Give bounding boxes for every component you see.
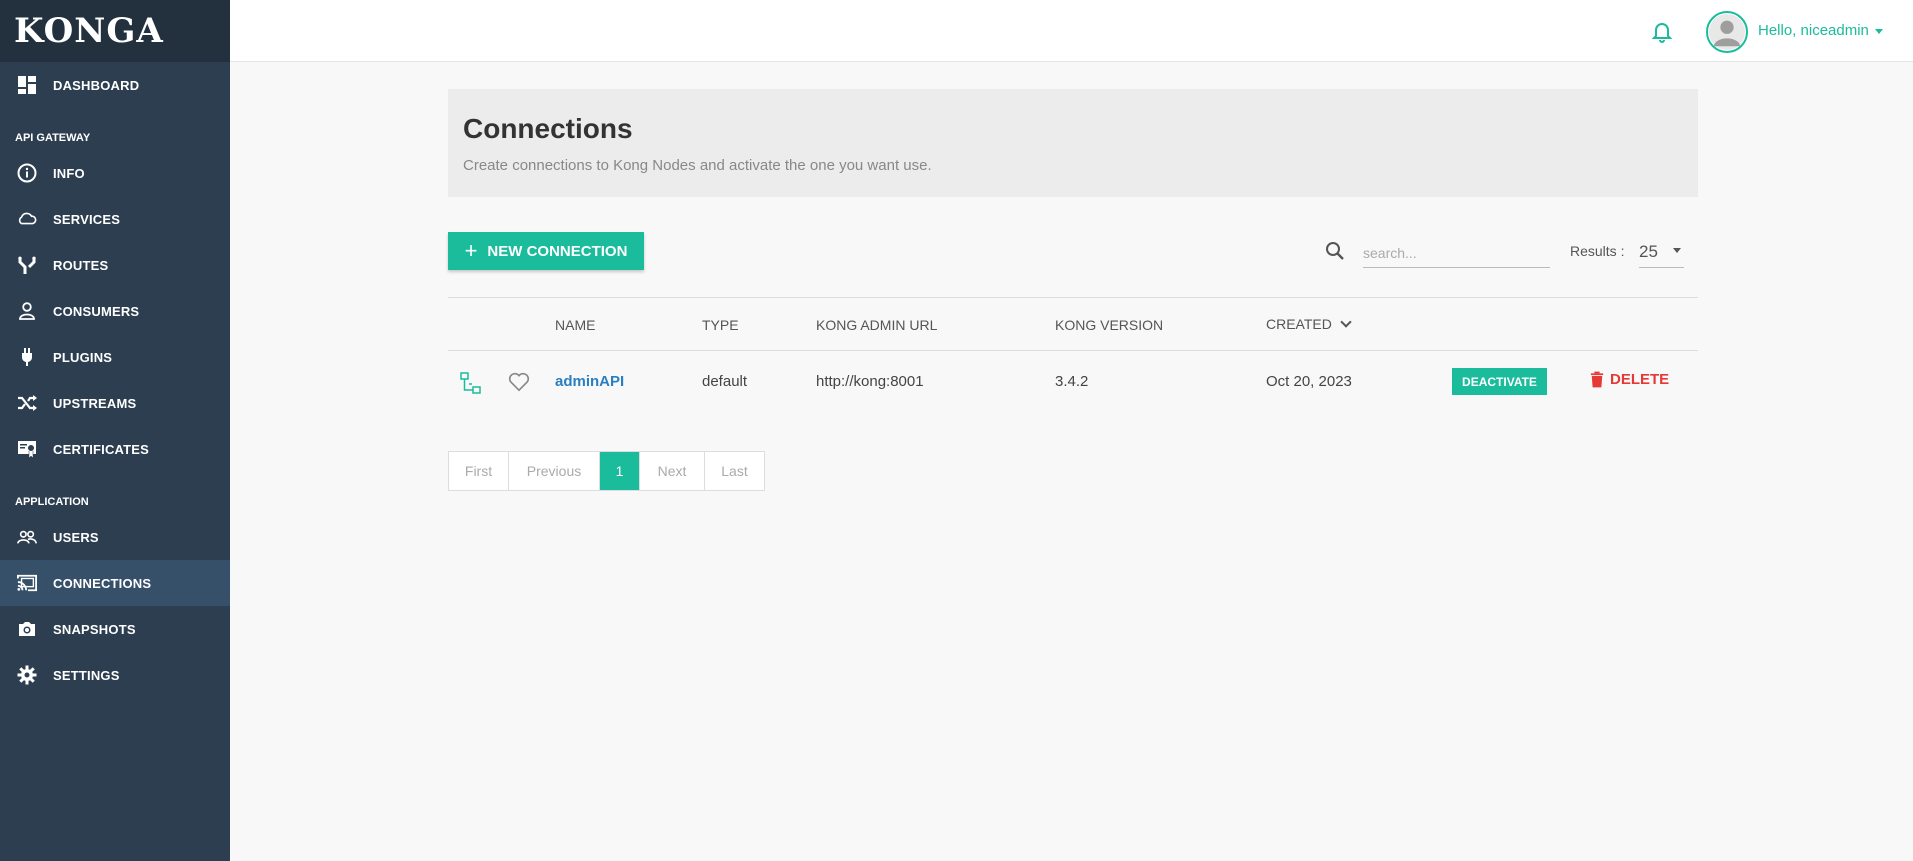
delete-label: DELETE xyxy=(1610,371,1670,388)
new-connection-button[interactable]: + NEW CONNECTION xyxy=(448,232,644,270)
sidebar-item-certificates[interactable]: CERTIFICATES xyxy=(0,426,230,472)
topbar: Hello, niceadmin xyxy=(230,0,1913,62)
sidebar-section-application: APPLICATION xyxy=(15,496,89,508)
column-header-created[interactable]: CREATED xyxy=(1266,316,1352,332)
column-header-kong-admin-url[interactable]: KONG ADMIN URL xyxy=(816,317,937,333)
cloud-icon xyxy=(15,207,39,231)
delete-button[interactable]: DELETE xyxy=(1590,371,1669,388)
search-input[interactable] xyxy=(1363,238,1550,268)
table-row: adminAPI default http://kong:8001 3.4.2 … xyxy=(448,351,1698,415)
sidebar-item-routes[interactable]: ROUTES xyxy=(0,242,230,288)
pagination-page-1[interactable]: 1 xyxy=(600,452,640,490)
plus-icon: + xyxy=(464,238,478,263)
chevron-down-icon xyxy=(1673,248,1681,253)
connection-type: default xyxy=(702,373,748,390)
sidebar-item-label: SNAPSHOTS xyxy=(53,621,136,637)
sidebar-item-services[interactable]: SERVICES xyxy=(0,196,230,242)
user-icon xyxy=(15,299,39,323)
pagination-first[interactable]: First xyxy=(449,452,509,490)
sidebar-item-label: CERTIFICATES xyxy=(53,441,150,457)
search-icon xyxy=(1324,240,1346,262)
pagination-previous[interactable]: Previous xyxy=(509,452,600,490)
sidebar-item-dashboard[interactable]: DASHBOARD xyxy=(0,62,230,108)
sidebar-item-upstreams[interactable]: UPSTREAMS xyxy=(0,380,230,426)
page-title: Connections xyxy=(463,113,633,144)
routes-icon xyxy=(15,253,39,277)
sidebar-item-label: ROUTES xyxy=(53,257,109,273)
sidebar-item-users[interactable]: USERS xyxy=(0,514,230,560)
user-greeting: Hello, niceadmin xyxy=(1758,22,1869,39)
connection-created-date: Oct 20, 2023 xyxy=(1266,373,1352,390)
sidebar-item-label: UPSTREAMS xyxy=(53,395,137,411)
network-icon xyxy=(459,371,483,399)
gear-icon xyxy=(15,663,39,687)
table-header: NAME TYPE KONG ADMIN URL KONG VERSION CR… xyxy=(448,297,1698,351)
sidebar-item-label: INFO xyxy=(53,165,85,181)
favorite-heart-icon[interactable] xyxy=(508,372,530,396)
connection-name-link[interactable]: adminAPI xyxy=(555,373,624,390)
sidebar-item-info[interactable]: INFO xyxy=(0,150,230,196)
notification-bell-icon[interactable] xyxy=(1650,19,1674,43)
sidebar-section-api-gateway: API GATEWAY xyxy=(15,132,91,144)
camera-icon xyxy=(15,617,39,641)
connections-table: NAME TYPE KONG ADMIN URL KONG VERSION CR… xyxy=(448,297,1698,415)
connection-kong-version: 3.4.2 xyxy=(1055,373,1089,390)
sidebar-item-connections[interactable]: CONNECTIONS xyxy=(0,560,230,606)
pagination-last[interactable]: Last xyxy=(705,452,764,490)
sidebar-item-settings[interactable]: SETTINGS xyxy=(0,652,230,698)
users-icon xyxy=(15,525,39,549)
logo-text: KONGA xyxy=(14,11,164,51)
sidebar-item-consumers[interactable]: CONSUMERS xyxy=(0,288,230,334)
sidebar-item-snapshots[interactable]: SNAPSHOTS xyxy=(0,606,230,652)
column-header-kong-version[interactable]: KONG VERSION xyxy=(1055,317,1163,333)
user-menu[interactable]: Hello, niceadmin xyxy=(1758,22,1883,39)
plug-icon xyxy=(15,345,39,369)
new-connection-label: NEW CONNECTION xyxy=(487,242,628,260)
pagination: First Previous 1 Next Last xyxy=(448,451,765,491)
dashboard-icon xyxy=(15,73,39,97)
trash-icon xyxy=(1590,371,1604,388)
column-header-type[interactable]: TYPE xyxy=(702,317,739,333)
certificate-icon xyxy=(15,437,39,461)
cast-icon xyxy=(15,571,39,595)
page-header: Connections Create connections to Kong N… xyxy=(448,89,1698,197)
avatar[interactable] xyxy=(1706,11,1748,53)
sidebar-item-label: DASHBOARD xyxy=(53,77,140,93)
sidebar-item-label: SERVICES xyxy=(53,211,121,227)
sidebar-item-label: PLUGINS xyxy=(53,349,113,365)
sidebar-item-label: CONSUMERS xyxy=(53,303,140,319)
results-per-page-select[interactable]: 25 xyxy=(1639,236,1684,268)
results-per-page-value: 25 xyxy=(1639,241,1658,261)
sidebar: KONGA DASHBOARD API GATEWAY INFO SERVICE… xyxy=(0,0,230,861)
connection-admin-url: http://kong:8001 xyxy=(816,373,924,390)
column-header-created-label: CREATED xyxy=(1266,316,1332,332)
sort-chevron-down-icon xyxy=(1340,316,1352,328)
info-icon xyxy=(15,161,39,185)
column-header-name[interactable]: NAME xyxy=(555,317,595,333)
pagination-next[interactable]: Next xyxy=(640,452,705,490)
chevron-down-icon xyxy=(1874,28,1883,34)
deactivate-button[interactable]: DEACTIVATE xyxy=(1452,368,1547,395)
sidebar-item-label: USERS xyxy=(53,529,99,545)
sidebar-item-plugins[interactable]: PLUGINS xyxy=(0,334,230,380)
results-label: Results : xyxy=(1570,243,1625,259)
logo[interactable]: KONGA xyxy=(0,0,230,62)
shuffle-icon xyxy=(15,391,39,415)
page-subtitle: Create connections to Kong Nodes and act… xyxy=(463,157,932,174)
sidebar-item-label: CONNECTIONS xyxy=(53,575,152,591)
sidebar-item-label: SETTINGS xyxy=(53,667,120,683)
